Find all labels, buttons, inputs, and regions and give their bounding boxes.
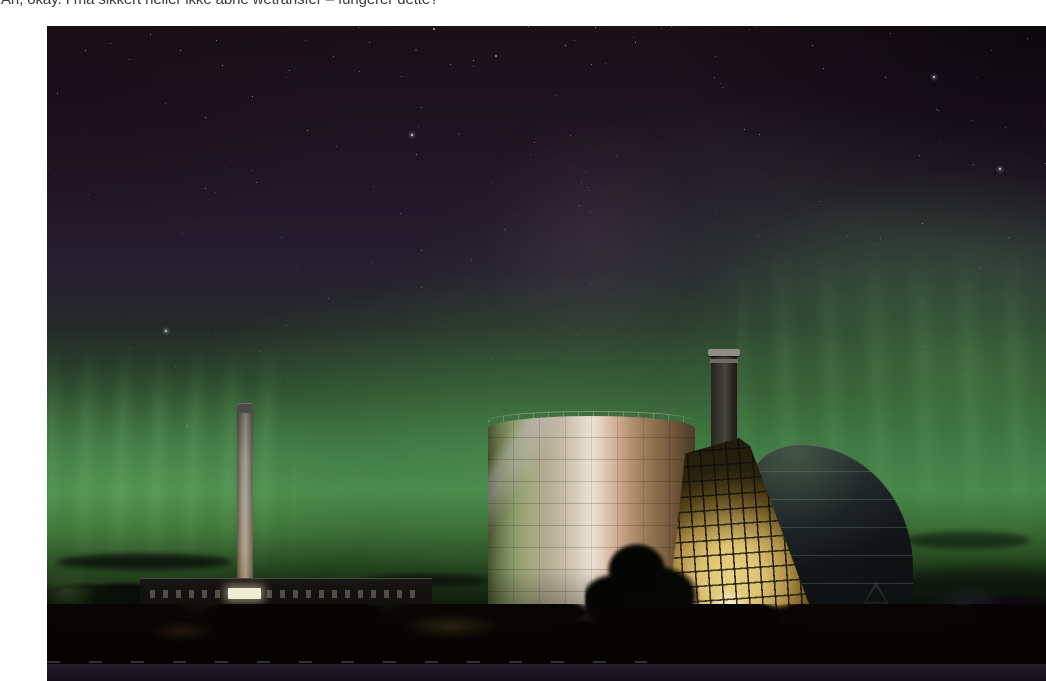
cloud-silhouette xyxy=(905,532,1030,549)
lit-window-block xyxy=(228,588,261,599)
aurora-pink-veil xyxy=(447,76,727,396)
page: { "message": { "text": "Ah, okay. I må s… xyxy=(0,0,1046,665)
dim-window-row xyxy=(150,590,418,598)
message-text: Ah, okay. I må sikkert heller ikke åbne … xyxy=(1,0,438,7)
aurora-rays-left xyxy=(47,341,297,576)
left-chimney xyxy=(237,403,253,585)
road xyxy=(47,664,1046,681)
aurora-power-plant-photo[interactable] xyxy=(47,26,1046,681)
